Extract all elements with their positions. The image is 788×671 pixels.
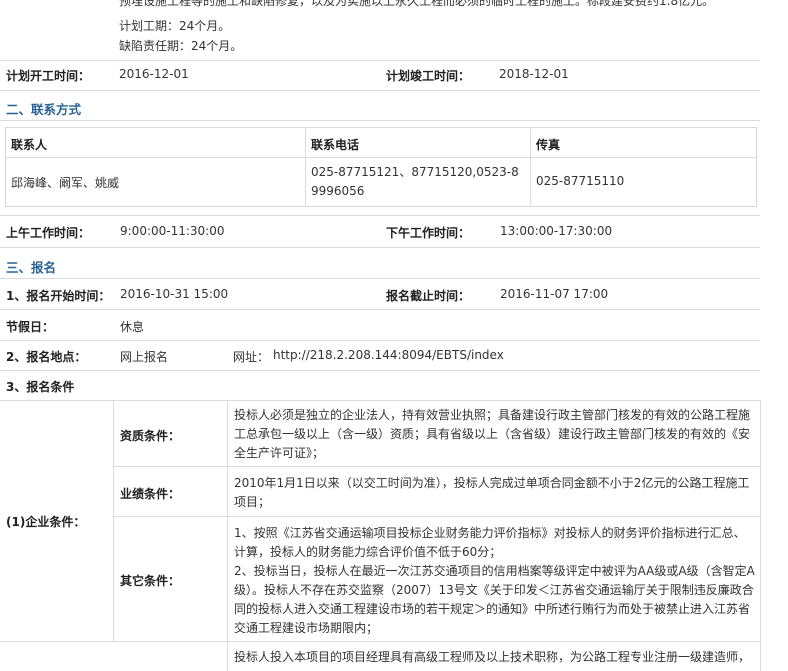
enterprise-conditions-label: (1)企业条件：	[6, 515, 86, 529]
signup-section-title: 三、报名	[6, 260, 57, 275]
pm-hours-value: 13:00:00-17:30:00	[500, 224, 613, 238]
planned-end-label: 计划竣工时间：	[386, 69, 471, 83]
divider	[0, 400, 760, 401]
signup-url-link[interactable]: http://218.2.208.144:8094/EBTS/index	[273, 348, 504, 362]
contact-section-title: 二、联系方式	[6, 102, 82, 117]
divider	[0, 641, 760, 642]
am-hours-label: 上午工作时间：	[6, 226, 91, 240]
signup-conditions-label: 3、报名条件	[6, 380, 75, 394]
planned-start-value: 2016-12-01	[119, 67, 189, 81]
planned-end-value: 2018-12-01	[499, 67, 569, 81]
divider	[0, 120, 760, 121]
signup-end-value: 2016-11-07 17:00	[500, 287, 609, 301]
table-row-divider	[5, 157, 757, 158]
conditions-right-border	[760, 400, 761, 671]
divider	[0, 278, 760, 279]
divider	[0, 90, 760, 91]
signup-place-label: 2、报名地点：	[6, 350, 87, 364]
project-description-line: 预埋设施工程等的施工和缺陷修复，以及为实施以上永久工程而必须的临时工程的施工。标…	[119, 0, 715, 8]
contact-phone-value: 025-87715121、87715120,0523-89996056	[311, 165, 519, 198]
holiday-value: 休息	[120, 320, 145, 334]
qualification-label: 资质条件：	[120, 429, 181, 443]
other-conditions-text-1: 1、按照《江苏省交通运输项目投标企业财务能力评价指标》对投标人的财务评价指标进行…	[234, 526, 746, 559]
table-col-divider	[305, 127, 306, 207]
pm-hours-label: 下午工作时间：	[386, 226, 471, 240]
defect-liability-period: 缺陷责任期：24个月。	[119, 39, 243, 53]
am-hours-value: 9:00:00-11:30:00	[120, 224, 225, 238]
divider	[0, 60, 760, 61]
conditions-col-divider	[227, 400, 228, 671]
project-manager-condition-text: 投标人投入本项目的项目经理具有高级工程师及以上技术职称，为公路工程专业注册一级建…	[234, 650, 751, 664]
table-col-divider	[530, 127, 531, 207]
divider	[0, 247, 760, 248]
holiday-label: 节假日：	[6, 320, 55, 334]
planned-start-label: 计划开工时间：	[6, 69, 91, 83]
divider	[0, 215, 760, 216]
divider	[113, 466, 760, 467]
conditions-col-divider	[113, 400, 114, 641]
other-conditions-label: 其它条件：	[120, 574, 181, 588]
divider	[0, 340, 760, 341]
signup-start-value: 2016-10-31 15:00	[120, 287, 229, 301]
contact-person-value: 邱海峰、阚军、姚威	[11, 176, 120, 190]
signup-start-label: 1、报名开始时间：	[6, 289, 111, 303]
qualification-text: 投标人必须是独立的企业法人，持有效营业执照；具备建设行政主管部门核发的有效的公路…	[234, 408, 751, 460]
divider	[0, 309, 760, 310]
planned-duration: 计划工期：24个月。	[119, 19, 231, 33]
divider	[0, 370, 760, 371]
contact-phone-header: 联系电话	[311, 138, 360, 152]
performance-text: 2010年1月1日以来（以交工时间为准），投标人完成过单项合同金额不小于2亿元的…	[234, 476, 750, 509]
signup-url-label: 网址：	[233, 350, 270, 364]
other-conditions-text-2: 2、投标当日，投标人在最近一次江苏交通项目的信用档案等级评定中被评为AA级或A级…	[234, 564, 755, 635]
contact-fax-header: 传真	[536, 138, 561, 152]
signup-place-value: 网上报名	[120, 350, 169, 364]
signup-end-label: 报名截止时间：	[386, 289, 471, 303]
contact-fax-value: 025-87715110	[536, 174, 625, 188]
divider	[113, 516, 760, 517]
contact-person-header: 联系人	[11, 138, 48, 152]
performance-label: 业绩条件：	[120, 487, 181, 501]
